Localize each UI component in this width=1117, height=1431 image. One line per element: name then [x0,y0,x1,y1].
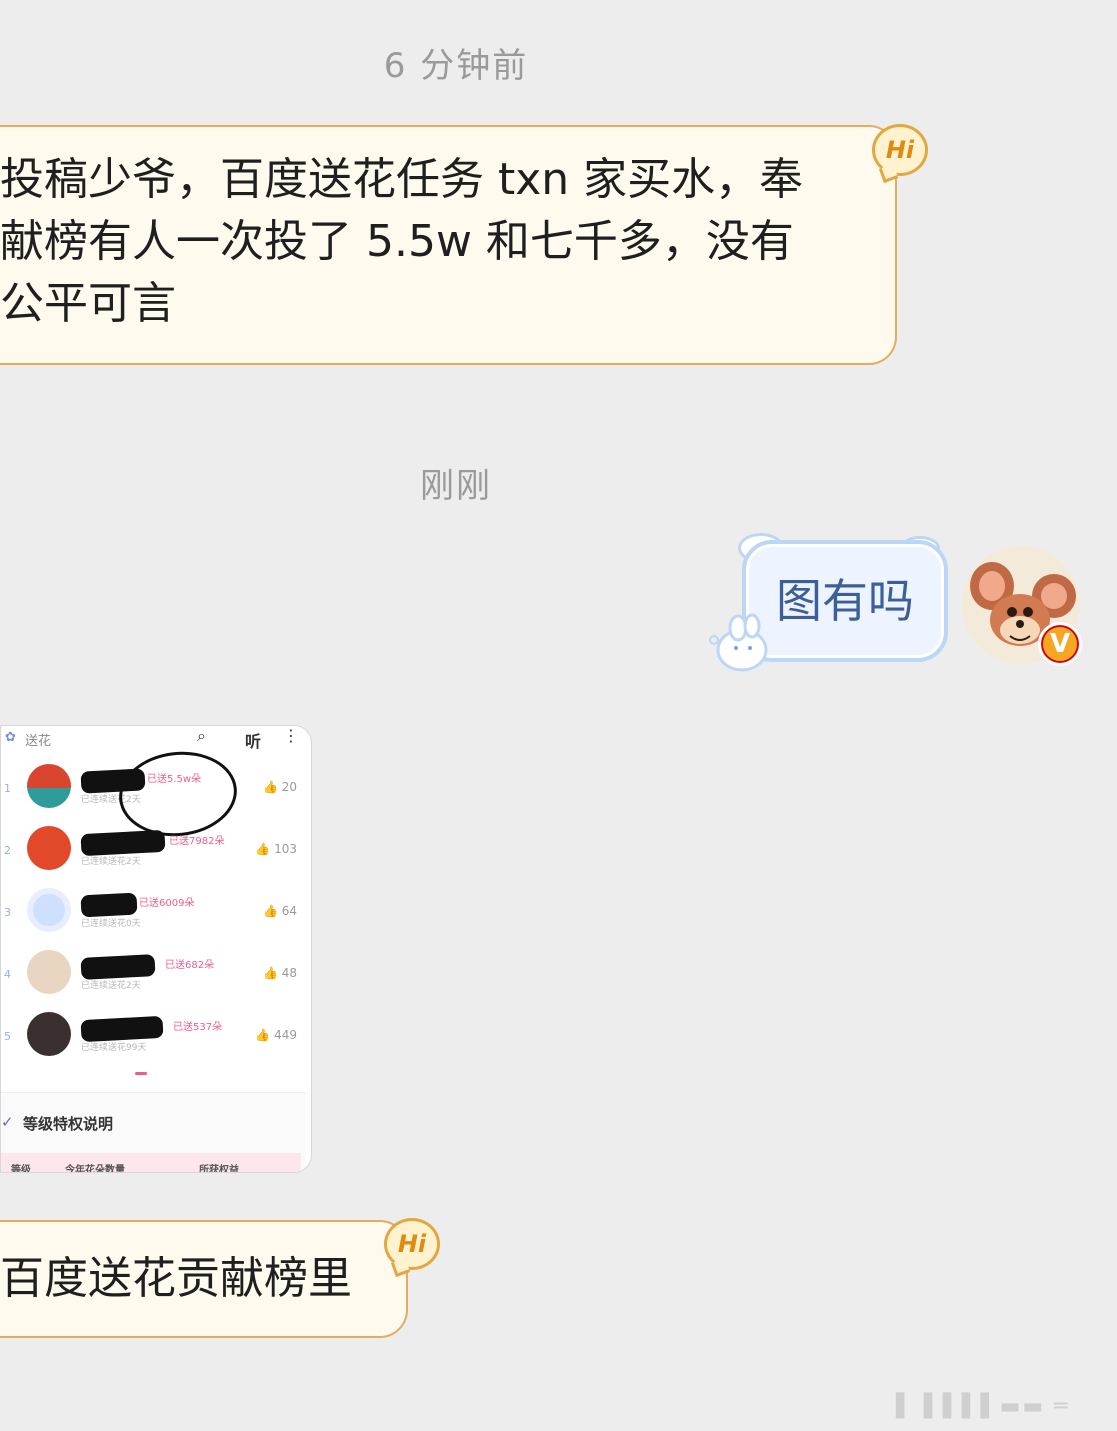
timestamp: 6 分钟前 [383,46,529,86]
search-icon: ⌕ [197,726,206,745]
list-item: 3 已送6009朵 已连续送花0天 👍 64 [1,886,311,946]
section-title: 等级特权说明 [23,1115,114,1133]
avatar [27,826,71,870]
avatar [27,888,71,932]
flower-count-tag: 已送6009朵 [139,898,195,909]
rank-number: 5 [4,1030,11,1043]
flower-icon: ✿ [5,730,16,745]
image-search-bar: ✿ 送花 ⌕ 听 ⋮ [1,726,311,751]
message-bubble[interactable]: 百度送花贡献榜里 [0,1220,408,1338]
list-item: 2 已送7982朵 已连续送花2天 👍 103 [1,824,311,884]
page-indicator [135,1072,147,1075]
avatar [27,950,71,994]
rank-number: 2 [4,844,11,857]
redaction-scribble [80,892,138,918]
streak-text: 已连续送花0天 [81,919,141,929]
thumbs-up-icon: 👍 [255,842,271,856]
hi-badge-icon: Hi [872,124,928,176]
privilege-section: ✓ 等级特权说明 等级 今年花朵数量 所获权益 [1,1092,306,1173]
message-line: 投稿少爷，百度送花任务 txn 家买水，奉 [0,154,804,205]
list-item: 4 已送682朵 已连续送花2天 👍 48 [1,948,311,1008]
rank-number: 1 [4,782,11,795]
like-count: 👍 20 [262,780,297,794]
redaction-scribble [80,954,156,980]
thumbs-up-icon: 👍 [262,904,278,918]
thumbs-up-icon: 👍 [262,780,278,794]
message-text: 图有吗 [776,574,914,628]
table-header-cell: 等级 [11,1165,31,1173]
like-count: 👍 48 [262,966,297,980]
flower-count-tag: 已送7982朵 [169,836,225,847]
image-search-placeholder: 送花 [25,734,52,749]
message-line: 百度送花贡献榜里 [0,1253,352,1304]
listen-label: 听 [245,732,262,751]
watermark: ▌ ▌▌▌▌▬▬ ═ [896,1394,1070,1419]
flower-count-tag: 已送682朵 [165,960,215,971]
more-vertical-icon: ⋮ [283,726,299,745]
like-count: 👍 449 [255,1028,297,1042]
flower-count-tag: 已送537朵 [173,1022,223,1033]
hi-badge-icon: Hi [384,1218,440,1270]
message-line: 公平可言 [0,278,176,329]
message-line: 献榜有人一次投了 5.5w 和七千多，没有 [0,216,794,267]
v-logo-icon: ✓ [1,1113,14,1131]
streak-text: 已连续送花2天 [81,857,141,867]
message-bubble[interactable]: 投稿少爷，百度送花任务 txn 家买水，奉 献榜有人一次投了 5.5w 和七千多… [0,125,897,365]
shared-image[interactable]: ✿ 送花 ⌕ 听 ⋮ 1 已送5.5w朵 已连续送花2天 👍 20 2 已送79… [0,725,312,1173]
table-header: 等级 今年花朵数量 所获权益 [1,1153,301,1173]
table-header-cell: 所获权益 [199,1165,239,1173]
verified-badge-icon: V [1038,622,1082,666]
avatar [27,764,71,808]
redaction-scribble [80,829,166,857]
streak-text: 已连续送花99天 [81,1043,147,1053]
thumbs-up-icon: 👍 [262,966,278,980]
streak-text: 已连续送花2天 [81,981,141,991]
bunny-sticker-icon [708,610,780,674]
like-count: 👍 103 [255,842,297,856]
rank-number: 3 [4,906,11,919]
table-header-cell: 今年花朵数量 [65,1165,125,1173]
avatar [27,1012,71,1056]
thumbs-up-icon: 👍 [255,1028,271,1042]
like-count: 👍 64 [262,904,297,918]
rank-number: 4 [4,968,11,981]
timestamp: 刚刚 [420,466,492,506]
redaction-scribble [80,1015,164,1043]
list-item: 5 已送537朵 已连续送花99天 👍 449 [1,1010,311,1070]
